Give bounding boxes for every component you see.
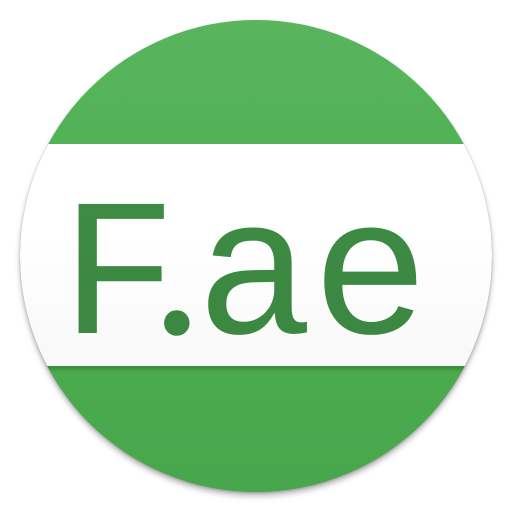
label-suffix: ae — [195, 170, 429, 392]
app-icon-label: F.ae — [60, 168, 429, 379]
canvas: F.ae — [0, 0, 512, 512]
app-icon[interactable]: F.ae — [20, 20, 492, 492]
